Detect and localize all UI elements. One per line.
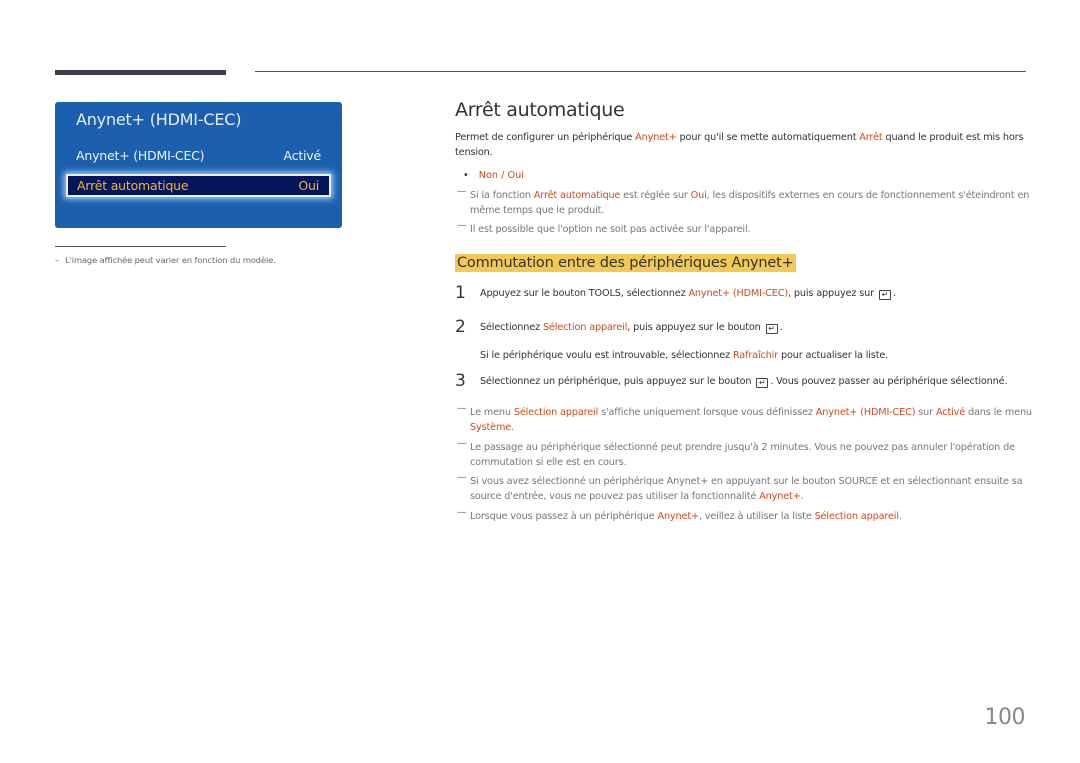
text: pour qu'il se mette automatiquement [676, 132, 860, 143]
osd-menu-item-anynet[interactable]: Anynet+ (HDMI-CEC) Activé [76, 148, 321, 166]
text: . Vous pouvez passer au périphérique sél… [770, 376, 1008, 387]
term: Anynet+ [759, 490, 801, 502]
term-anynet: Anynet+ [635, 132, 677, 143]
term: Anynet+ [657, 511, 699, 522]
term: Activé [935, 407, 966, 418]
note-dash-icon: — [457, 220, 467, 231]
footnote-text: L'image affichée peut varier en fonction… [65, 255, 276, 265]
text: , puis appuyez sur [788, 288, 877, 299]
enter-key-icon: ↵ [878, 290, 891, 300]
enter-key-icon: ↵ [765, 324, 778, 334]
term: Anynet+ (HDMI-CEC) [815, 407, 916, 418]
text: Si vous avez sélectionné un périphérique… [470, 476, 1023, 502]
term: Système [470, 421, 512, 433]
section-heading-switching: Commutation entre des périphériques Anyn… [455, 254, 796, 272]
note: — Si vous avez sélectionné un périphériq… [457, 472, 1035, 504]
note-dash-icon: — [457, 507, 467, 518]
page-number: 100 [984, 705, 1026, 730]
enter-key-icon: ↵ [756, 378, 769, 388]
step-number: 1 [455, 283, 466, 303]
header-rule-thin [255, 71, 1026, 72]
options-text: Non / Oui [478, 170, 524, 181]
note: — Lorsque vous passez à un périphérique … [457, 507, 1035, 525]
term: Sélection appareil [814, 511, 899, 522]
term: Anynet+ (HDMI-CEC) [688, 288, 789, 299]
osd-item-label: Anynet+ (HDMI-CEC) [76, 148, 205, 163]
text: Lorsque vous passez à un périphérique [470, 511, 658, 522]
note: — Si la fonction Arrêt automatique est r… [457, 186, 1035, 218]
text: Il est possible que l'option ne soit pas… [470, 224, 751, 235]
text: sur [915, 407, 936, 418]
text: Si le périphérique voulu est introuvable… [480, 350, 733, 361]
term-arret: Arrêt [859, 132, 883, 143]
bullet-icon: • [463, 170, 469, 181]
text: . [892, 288, 896, 299]
note: — Il est possible que l'option ne soit p… [457, 220, 1035, 238]
section-auto-off: Arrêt automatique Permet de configurer u… [455, 99, 1030, 160]
text: Si la fonction [470, 190, 534, 201]
step-2-subtext: Si le périphérique voulu est introuvable… [480, 350, 888, 361]
text: . [779, 322, 783, 333]
text: dans le menu [965, 407, 1032, 418]
step-2: Sélectionnez Sélection appareil, puis ap… [480, 322, 783, 334]
text: . [800, 490, 804, 502]
term: Sélection appareil [513, 407, 599, 418]
text: . [511, 421, 514, 433]
osd-item-value: Oui [298, 178, 319, 193]
note-dash-icon: — [457, 186, 467, 197]
step-number: 3 [455, 371, 466, 391]
footnote: – L'image affichée peut varier en fonctio… [55, 255, 276, 265]
term: Rafraîchir [732, 350, 779, 361]
term: Arrêt automatique [533, 190, 621, 201]
term: Sélection appareil [542, 322, 628, 333]
step-1: Appuyez sur le bouton TOOLS, sélectionne… [480, 288, 896, 300]
note-dash-icon: — [457, 438, 467, 449]
osd-menu-item-auto-off[interactable]: Arrêt automatique Oui [66, 174, 331, 197]
options-bullet: • Non / Oui [463, 170, 524, 181]
note: — Le passage au périphérique sélectionné… [457, 438, 1035, 470]
note-dash-icon: — [457, 403, 467, 414]
text: pour actualiser la liste. [778, 350, 889, 361]
step-number: 2 [455, 317, 466, 337]
footnote-rule [55, 246, 226, 247]
section-title: Arrêt automatique [455, 99, 625, 121]
text: Sélectionnez [480, 322, 543, 333]
section-intro: Permet de configurer un périphérique Any… [455, 131, 1030, 160]
step-3: Sélectionnez un périphérique, puis appuy… [480, 376, 1008, 388]
text: , puis appuyez sur le bouton [627, 322, 764, 333]
osd-menu-panel: Anynet+ (HDMI-CEC) Anynet+ (HDMI-CEC) Ac… [55, 102, 342, 228]
text: Le passage au périphérique sélectionné p… [470, 442, 1015, 468]
osd-item-value: Activé [283, 148, 322, 163]
text: Le menu [470, 407, 514, 418]
text: s'affiche uniquement lorsque vous défini… [598, 407, 816, 418]
note-dash-icon: — [457, 472, 467, 483]
osd-item-label: Arrêt automatique [77, 178, 189, 193]
text: Permet de configurer un périphérique [455, 132, 636, 143]
header-rule-thick [55, 70, 226, 75]
text: est réglée sur [620, 190, 691, 201]
note: — Le menu Sélection appareil s'affiche u… [457, 403, 1035, 435]
text: . [898, 511, 902, 522]
text: , veillez à utiliser la liste [698, 511, 815, 522]
text: Appuyez sur le bouton TOOLS, sélectionne… [480, 288, 689, 299]
footnote-dash: – [55, 255, 60, 265]
term: Oui [690, 190, 707, 201]
osd-menu-title: Anynet+ (HDMI-CEC) [76, 110, 242, 129]
text: Sélectionnez un périphérique, puis appuy… [480, 376, 755, 387]
